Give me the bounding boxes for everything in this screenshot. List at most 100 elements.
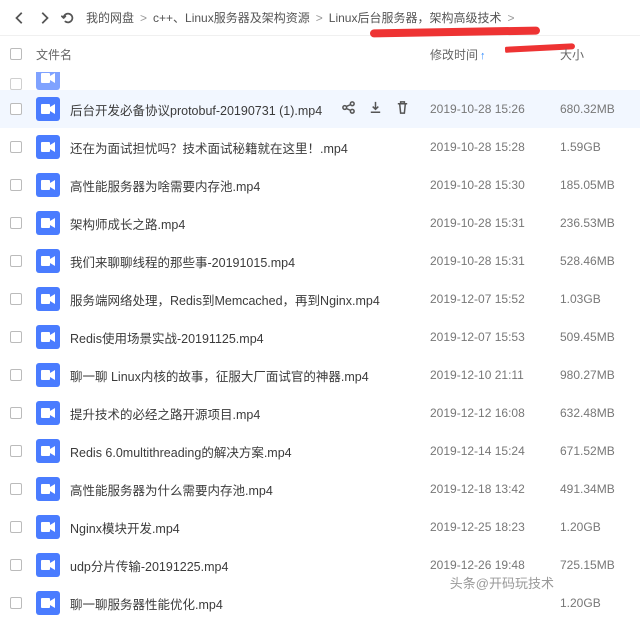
row-checkbox[interactable]: [10, 445, 22, 457]
col-name[interactable]: 文件名: [36, 46, 430, 63]
row-checkbox[interactable]: [10, 103, 22, 115]
file-date: 2019-12-14 15:24: [430, 444, 560, 458]
file-name[interactable]: 聊一聊服务器性能优化.mp4: [70, 594, 430, 613]
row-checkbox[interactable]: [10, 255, 22, 267]
file-date: 2019-12-07 15:53: [430, 330, 560, 344]
file-name[interactable]: Redis使用场景实战-20191125.mp4: [70, 328, 430, 347]
file-size: 725.15MB: [560, 558, 630, 572]
crumb-2[interactable]: Linux后台服务器，架构高级技术: [329, 9, 502, 26]
video-icon: [36, 439, 60, 463]
row-checkbox[interactable]: [10, 141, 22, 153]
video-icon: [36, 72, 60, 90]
row-checkbox[interactable]: [10, 483, 22, 495]
file-date: 2019-12-10 21:11: [430, 368, 560, 382]
video-icon: [36, 477, 60, 501]
table-row[interactable]: 架构师成长之路.mp42019-10-28 15:31236.53MB: [0, 204, 640, 242]
video-icon: [36, 97, 60, 121]
table-row[interactable]: 我们来聊聊线程的那些事-20191015.mp42019-10-28 15:31…: [0, 242, 640, 280]
share-icon[interactable]: [341, 100, 356, 118]
file-name[interactable]: 还在为面试担忧吗？技术面试秘籍就在这里！.mp4: [70, 138, 430, 157]
row-checkbox[interactable]: [10, 597, 22, 609]
crumb-1[interactable]: c++、Linux服务器及架构资源: [153, 9, 310, 26]
row-checkbox[interactable]: [10, 559, 22, 571]
row-checkbox[interactable]: [10, 293, 22, 305]
file-size: 671.52MB: [560, 444, 630, 458]
row-checkbox[interactable]: [10, 217, 22, 229]
col-size[interactable]: 大小: [560, 46, 630, 63]
table-row[interactable]: [0, 72, 640, 90]
row-checkbox[interactable]: [10, 78, 22, 90]
file-name[interactable]: 提升技术的必经之路开源项目.mp4: [70, 404, 430, 423]
file-size: 491.34MB: [560, 482, 630, 496]
file-size: 528.46MB: [560, 254, 630, 268]
file-date: 2019-10-28 15:30: [430, 178, 560, 192]
table-row[interactable]: 高性能服务器为什么需要内存池.mp42019-12-18 13:42491.34…: [0, 470, 640, 508]
file-date: 2019-12-25 18:23: [430, 520, 560, 534]
file-name[interactable]: Nginx模块开发.mp4: [70, 518, 430, 537]
file-size: 1.20GB: [560, 520, 630, 534]
file-size: 509.45MB: [560, 330, 630, 344]
table-row[interactable]: 高性能服务器为啥需要内存池.mp42019-10-28 15:30185.05M…: [0, 166, 640, 204]
file-size: 185.05MB: [560, 178, 630, 192]
file-name[interactable]: 架构师成长之路.mp4: [70, 214, 430, 233]
crumb-0[interactable]: 我的网盘: [86, 9, 134, 26]
video-icon: [36, 363, 60, 387]
video-icon: [36, 553, 60, 577]
file-date: 2019-10-28 15:28: [430, 140, 560, 154]
video-icon: [36, 287, 60, 311]
file-date: 2019-10-28 15:31: [430, 216, 560, 230]
video-icon: [36, 325, 60, 349]
video-icon: [36, 135, 60, 159]
file-name[interactable]: 高性能服务器为什么需要内存池.mp4: [70, 480, 430, 499]
file-name[interactable]: 服务端网络处理，Redis到Memcached，再到Nginx.mp4: [70, 290, 430, 309]
delete-icon[interactable]: [395, 100, 410, 118]
row-checkbox[interactable]: [10, 179, 22, 191]
toolbar: 我的网盘> c++、Linux服务器及架构资源> Linux后台服务器，架构高级…: [0, 0, 640, 36]
file-size: 1.59GB: [560, 140, 630, 154]
sort-asc-icon: ↑: [480, 50, 486, 62]
file-size: 680.32MB: [560, 102, 630, 116]
download-icon[interactable]: [368, 100, 383, 118]
back-button[interactable]: [9, 7, 31, 29]
video-icon: [36, 515, 60, 539]
file-size: 236.53MB: [560, 216, 630, 230]
table-row[interactable]: Nginx模块开发.mp42019-12-25 18:231.20GB: [0, 508, 640, 546]
watermark: 头条@开码玩技术: [444, 571, 560, 594]
file-date: 2019-12-26 19:48: [430, 558, 560, 572]
row-checkbox[interactable]: [10, 369, 22, 381]
file-date: 2019-10-28 15:31: [430, 254, 560, 268]
file-date: 2019-12-18 13:42: [430, 482, 560, 496]
file-name[interactable]: 高性能服务器为啥需要内存池.mp4: [70, 176, 430, 195]
file-date: 2019-10-28 15:26: [430, 102, 560, 116]
select-all-checkbox[interactable]: [10, 48, 22, 60]
breadcrumb[interactable]: 我的网盘> c++、Linux服务器及架构资源> Linux后台服务器，架构高级…: [86, 9, 520, 26]
file-name[interactable]: udp分片传输-20191225.mp4: [70, 556, 430, 575]
table-row[interactable]: 还在为面试担忧吗？技术面试秘籍就在这里！.mp42019-10-28 15:28…: [0, 128, 640, 166]
column-header: 文件名 修改时间↑ 大小: [0, 36, 640, 72]
refresh-button[interactable]: [57, 7, 79, 29]
file-name[interactable]: 后台开发必备协议protobuf-20190731 (1).mp4: [70, 100, 341, 119]
forward-button[interactable]: [33, 7, 55, 29]
table-row[interactable]: 提升技术的必经之路开源项目.mp42019-12-12 16:08632.48M…: [0, 394, 640, 432]
table-row[interactable]: Redis 6.0multithreading的解决方案.mp42019-12-…: [0, 432, 640, 470]
row-checkbox[interactable]: [10, 407, 22, 419]
table-row[interactable]: 聊一聊 Linux内核的故事，征服大厂面试官的神器.mp42019-12-10 …: [0, 356, 640, 394]
row-checkbox[interactable]: [10, 521, 22, 533]
table-row[interactable]: 服务端网络处理，Redis到Memcached，再到Nginx.mp42019-…: [0, 280, 640, 318]
table-row[interactable]: 后台开发必备协议protobuf-20190731 (1).mp4 2019-10…: [0, 90, 640, 128]
row-checkbox[interactable]: [10, 331, 22, 343]
file-name[interactable]: 聊一聊 Linux内核的故事，征服大厂面试官的神器.mp4: [70, 366, 430, 385]
file-name[interactable]: 我们来聊聊线程的那些事-20191015.mp4: [70, 252, 430, 271]
file-size: 980.27MB: [560, 368, 630, 382]
table-row[interactable]: Redis使用场景实战-20191125.mp42019-12-07 15:53…: [0, 318, 640, 356]
file-list: 后台开发必备协议protobuf-20190731 (1).mp4 2019-10…: [0, 72, 640, 622]
file-size: 632.48MB: [560, 406, 630, 420]
video-icon: [36, 401, 60, 425]
video-icon: [36, 591, 60, 615]
video-icon: [36, 249, 60, 273]
col-date[interactable]: 修改时间↑: [430, 46, 560, 63]
file-name[interactable]: Redis 6.0multithreading的解决方案.mp4: [70, 442, 430, 461]
video-icon: [36, 173, 60, 197]
video-icon: [36, 211, 60, 235]
file-size: 1.03GB: [560, 292, 630, 306]
